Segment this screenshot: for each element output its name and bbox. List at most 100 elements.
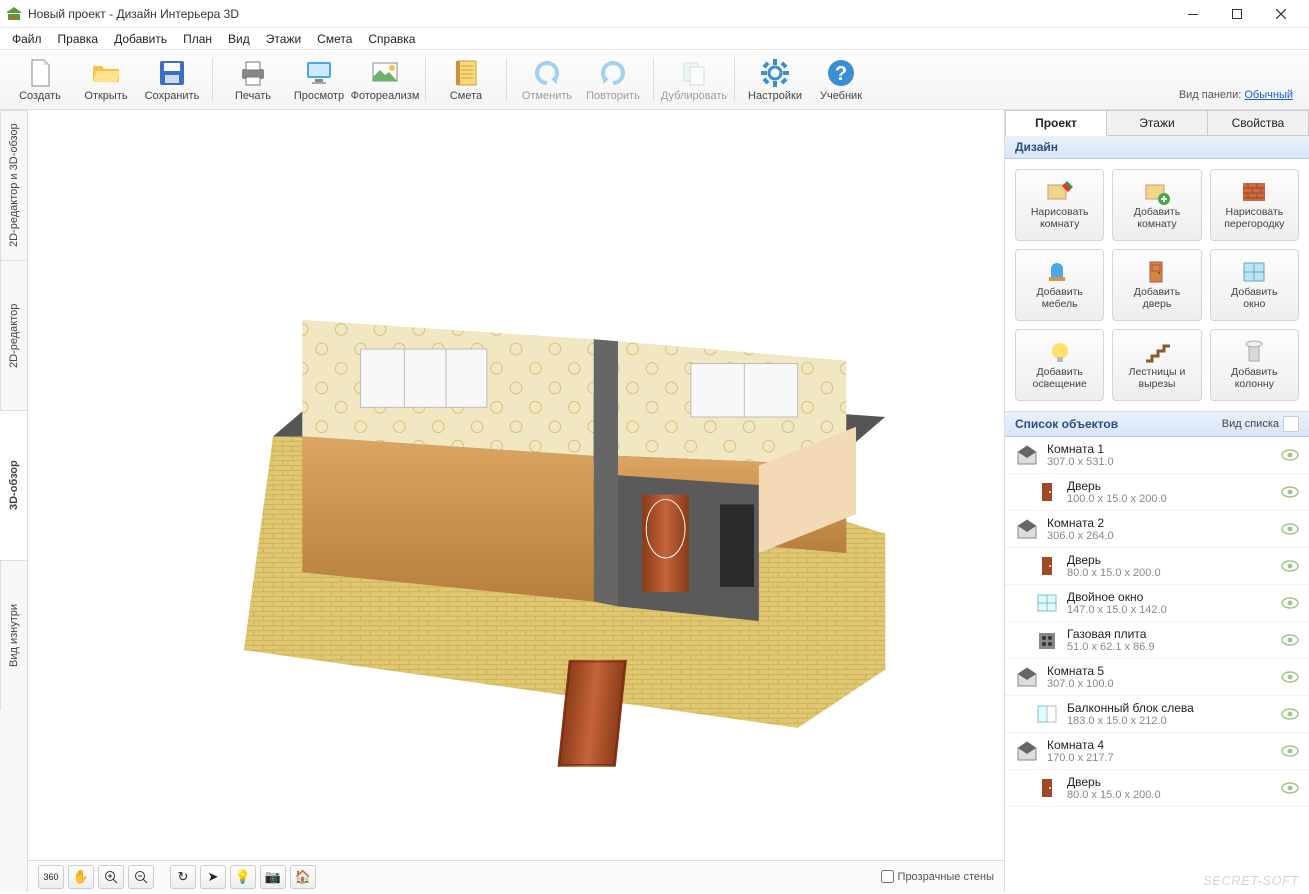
object-dims: 80.0 x 15.0 x 200.0 — [1067, 789, 1273, 801]
design-button-2[interactable]: Нарисовать перегородку — [1210, 169, 1299, 241]
design-button-8[interactable]: Добавить колонну — [1210, 329, 1299, 401]
tab-project[interactable]: Проект — [1005, 110, 1107, 136]
design-button-6[interactable]: Добавить освещение — [1015, 329, 1104, 401]
object-list[interactable]: Комната 1307.0 x 531.0Дверь100.0 x 15.0 … — [1005, 437, 1309, 892]
view-pan-button[interactable]: ✋ — [68, 865, 94, 889]
object-name: Комната 2 — [1047, 516, 1273, 530]
design-button-7[interactable]: Лестницы и вырезы — [1112, 329, 1201, 401]
gear-icon — [759, 57, 791, 89]
design-button-3[interactable]: Добавить мебель — [1015, 249, 1104, 321]
visibility-eye-icon[interactable] — [1281, 560, 1299, 572]
tab-properties[interactable]: Свойства — [1208, 110, 1309, 136]
view-camera-button[interactable]: ➤ — [200, 865, 226, 889]
view-light-button[interactable]: 💡 — [230, 865, 256, 889]
vtab-2d3d-combo[interactable]: 2D-редактор и 3D-обзор — [0, 110, 27, 260]
design-button-label: Добавить окно — [1231, 287, 1277, 310]
balcony-icon — [1035, 703, 1059, 725]
door-icon — [1035, 555, 1059, 577]
view-snapshot-button[interactable]: 📷 — [260, 865, 286, 889]
view-rotate-button[interactable]: ↻ — [170, 865, 196, 889]
door-icon — [1035, 777, 1059, 799]
object-list-mode-label[interactable]: Вид списка — [1222, 418, 1279, 430]
photo-icon — [369, 57, 401, 89]
design-button-0[interactable]: Нарисовать комнату — [1015, 169, 1104, 241]
menu-floors[interactable]: Этажи — [258, 30, 309, 48]
visibility-eye-icon[interactable] — [1281, 708, 1299, 720]
menu-add[interactable]: Добавить — [106, 30, 175, 48]
tool-undo[interactable]: Отменить — [515, 54, 579, 105]
menu-help[interactable]: Справка — [360, 30, 423, 48]
tab-floors[interactable]: Этажи — [1107, 110, 1208, 136]
tool-budget[interactable]: Смета — [434, 54, 498, 105]
visibility-eye-icon[interactable] — [1281, 523, 1299, 535]
3d-viewport[interactable] — [28, 110, 1004, 860]
visibility-eye-icon[interactable] — [1281, 597, 1299, 609]
object-row[interactable]: Газовая плита51.0 x 62.1 x 86.9 — [1005, 622, 1309, 659]
object-row[interactable]: Комната 5307.0 x 100.0 — [1005, 659, 1309, 696]
visibility-eye-icon[interactable] — [1281, 782, 1299, 794]
menu-file[interactable]: Файл — [4, 30, 50, 48]
transparent-walls-toggle[interactable]: Прозрачные стены — [881, 870, 994, 883]
vtab-2d-editor[interactable]: 2D-редактор — [0, 260, 27, 410]
visibility-eye-icon[interactable] — [1281, 634, 1299, 646]
object-row[interactable]: Дверь80.0 x 15.0 x 200.0 — [1005, 548, 1309, 585]
tool-print[interactable]: Печать — [221, 54, 285, 105]
vtab-inside-view[interactable]: Вид изнутри — [0, 560, 27, 710]
design-button-1[interactable]: Добавить комнату — [1112, 169, 1201, 241]
visibility-eye-icon[interactable] — [1281, 486, 1299, 498]
menu-edit[interactable]: Правка — [50, 30, 107, 48]
design-button-icon — [1239, 259, 1269, 285]
tool-duplicate[interactable]: Дублировать — [662, 54, 726, 105]
tool-preview[interactable]: Просмотр — [287, 54, 351, 105]
object-dims: 147.0 x 15.0 x 142.0 — [1067, 604, 1273, 616]
object-name: Дверь — [1067, 479, 1273, 493]
tool-redo[interactable]: Повторить — [581, 54, 645, 105]
view-zoom-in-button[interactable] — [98, 865, 124, 889]
transparent-walls-checkbox[interactable] — [881, 870, 894, 883]
vtab-3d-view[interactable]: 3D-обзор — [0, 410, 27, 560]
save-icon — [156, 57, 188, 89]
tool-create[interactable]: Создать — [8, 54, 72, 105]
object-name: Двойное окно — [1067, 590, 1273, 604]
object-name: Балконный блок слева — [1067, 701, 1273, 715]
object-row[interactable]: Балконный блок слева183.0 x 15.0 x 212.0 — [1005, 696, 1309, 733]
tool-photorealism[interactable]: Фотореализм — [353, 54, 417, 105]
view-zoom-out-button[interactable] — [128, 865, 154, 889]
close-button[interactable] — [1259, 1, 1303, 27]
list-view-icon[interactable] — [1283, 416, 1299, 432]
object-dims: 80.0 x 15.0 x 200.0 — [1067, 567, 1273, 579]
view-home-button[interactable]: 🏠 — [290, 865, 316, 889]
design-button-4[interactable]: Добавить дверь — [1112, 249, 1201, 321]
design-button-label: Нарисовать комнату — [1031, 207, 1089, 230]
svg-text:?: ? — [835, 63, 847, 85]
door-icon — [1035, 481, 1059, 503]
visibility-eye-icon[interactable] — [1281, 745, 1299, 757]
minimize-button[interactable] — [1171, 1, 1215, 27]
design-button-5[interactable]: Добавить окно — [1210, 249, 1299, 321]
visibility-eye-icon[interactable] — [1281, 449, 1299, 461]
object-row[interactable]: Комната 4170.0 x 217.7 — [1005, 733, 1309, 770]
panel-mode-switcher[interactable]: Вид панели: Обычный — [1179, 89, 1293, 101]
object-dims: 183.0 x 15.0 x 212.0 — [1067, 715, 1273, 727]
tool-save[interactable]: Сохранить — [140, 54, 204, 105]
object-name: Газовая плита — [1067, 627, 1273, 641]
object-name: Дверь — [1067, 553, 1273, 567]
object-row[interactable]: Комната 2306.0 x 264.0 — [1005, 511, 1309, 548]
menu-plan[interactable]: План — [175, 30, 220, 48]
object-row[interactable]: Дверь100.0 x 15.0 x 200.0 — [1005, 474, 1309, 511]
object-row[interactable]: Двойное окно147.0 x 15.0 x 142.0 — [1005, 585, 1309, 622]
object-row[interactable]: Дверь80.0 x 15.0 x 200.0 — [1005, 770, 1309, 807]
maximize-button[interactable] — [1215, 1, 1259, 27]
menu-budget[interactable]: Смета — [309, 30, 360, 48]
tool-open[interactable]: Открыть — [74, 54, 138, 105]
object-list-header: Список объектов Вид списка — [1005, 412, 1309, 437]
view-360-button[interactable]: 360 — [38, 865, 64, 889]
object-name: Комната 5 — [1047, 664, 1273, 678]
visibility-eye-icon[interactable] — [1281, 671, 1299, 683]
app-icon — [6, 6, 22, 22]
tool-settings[interactable]: Настройки — [743, 54, 807, 105]
object-row[interactable]: Комната 1307.0 x 531.0 — [1005, 437, 1309, 474]
design-button-label: Добавить комнату — [1134, 207, 1180, 230]
tool-tutorial[interactable]: ? Учебник — [809, 54, 873, 105]
menu-view[interactable]: Вид — [220, 30, 258, 48]
